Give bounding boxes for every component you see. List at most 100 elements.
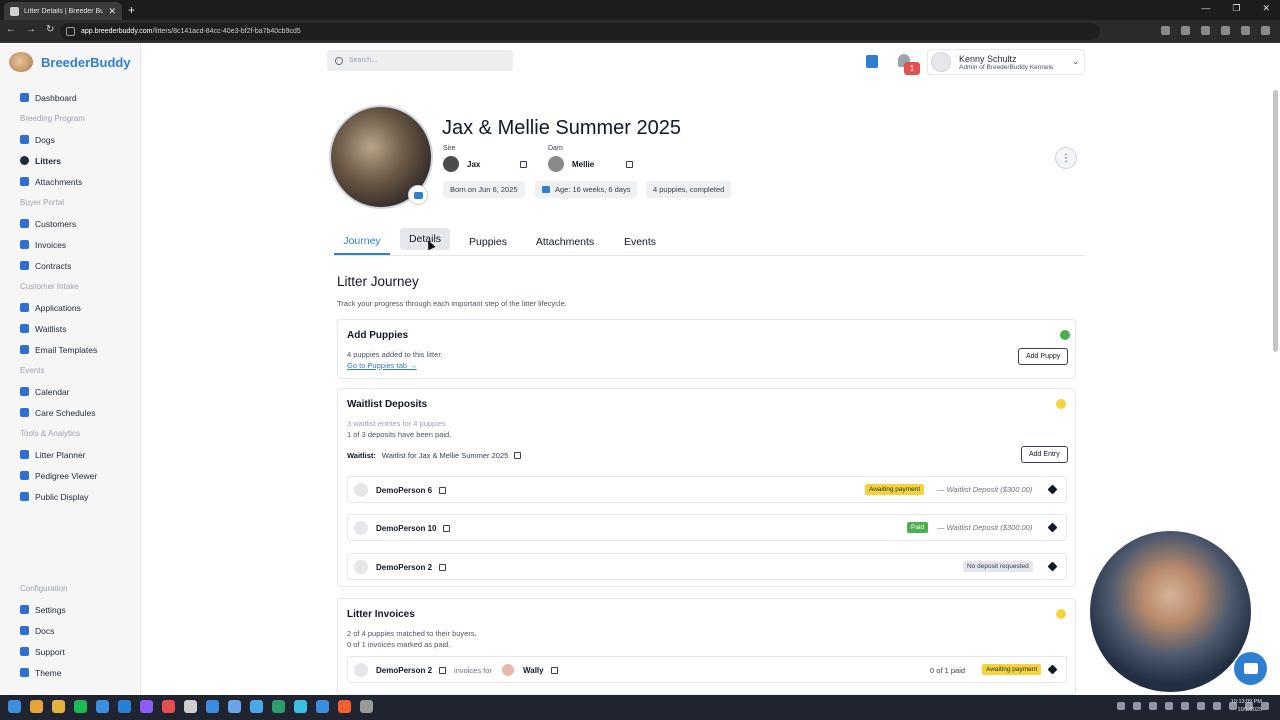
maximize-icon[interactable]: ❐ xyxy=(1232,3,1240,14)
forward-icon[interactable]: → xyxy=(26,24,36,35)
sidebar-item-theme[interactable]: Theme xyxy=(0,662,141,683)
browser-tab[interactable]: Litter Details | Breeder Buddy ✕ xyxy=(4,2,122,20)
puppy-name[interactable]: Wally xyxy=(523,666,544,675)
tray-icon[interactable] xyxy=(1165,702,1173,710)
brand[interactable]: BreederBuddy xyxy=(9,52,131,72)
external-link-icon[interactable] xyxy=(439,487,446,494)
external-link-icon[interactable] xyxy=(514,452,522,459)
extension-icon[interactable] xyxy=(1161,26,1170,35)
sidebar-item-waitlists[interactable]: Waitlists xyxy=(0,318,141,339)
vscode-icon[interactable] xyxy=(118,700,131,713)
folder-icon[interactable] xyxy=(52,700,65,713)
sidebar-item-pedigree-viewer[interactable]: Pedigree Viewer xyxy=(0,465,141,486)
extension-icon[interactable] xyxy=(1221,26,1230,35)
search-input[interactable]: Search... xyxy=(327,50,513,71)
reload-icon[interactable]: ↻ xyxy=(46,24,54,35)
spotify-icon[interactable] xyxy=(74,700,87,713)
address-bar[interactable]: app.breederbuddy.com/litters/8c141acd-84… xyxy=(60,23,1100,40)
sidebar-item-public-display[interactable]: Public Display xyxy=(0,486,141,507)
app-icon[interactable] xyxy=(272,700,285,713)
site-info-icon[interactable] xyxy=(66,27,75,36)
profile-icon[interactable] xyxy=(1261,26,1270,35)
sidebar-item-applications[interactable]: Applications xyxy=(0,297,141,318)
sidebar-item-care-schedules[interactable]: Care Schedules xyxy=(0,402,141,423)
sidebar-item-docs[interactable]: Docs xyxy=(0,620,141,641)
external-link-icon[interactable] xyxy=(439,667,446,674)
extension-icon[interactable] xyxy=(1181,26,1190,35)
pencil-icon[interactable] xyxy=(1047,664,1058,675)
chrome-icon[interactable] xyxy=(30,700,43,713)
sidebar-item-dashboard[interactable]: Dashboard xyxy=(0,87,141,108)
scrollbar-thumb[interactable] xyxy=(1273,90,1278,352)
windows-start-icon[interactable] xyxy=(8,700,21,713)
new-tab-icon[interactable]: + xyxy=(128,3,135,17)
tray-icon[interactable] xyxy=(1213,702,1221,710)
waitlist-link[interactable]: Waitlist for Jax & Mellie Summer 2025 xyxy=(382,451,508,460)
external-link-icon[interactable] xyxy=(626,161,633,168)
dam-name[interactable]: Mellie xyxy=(572,160,594,169)
sire-name[interactable]: Jax xyxy=(467,160,480,169)
app-icon[interactable] xyxy=(316,700,329,713)
app-icon[interactable] xyxy=(162,700,175,713)
tab-events[interactable]: Events xyxy=(618,228,662,255)
tray-icon[interactable] xyxy=(1181,702,1189,710)
person-name[interactable]: DemoPerson 6 xyxy=(376,486,432,495)
tray-icon[interactable] xyxy=(1117,702,1125,710)
person-name[interactable]: DemoPerson 2 xyxy=(376,666,432,675)
close-tab-icon[interactable]: ✕ xyxy=(108,6,116,17)
back-icon[interactable]: ← xyxy=(6,24,16,35)
tab-attachments[interactable]: Attachments xyxy=(530,228,600,255)
person-name[interactable]: DemoPerson 10 xyxy=(376,524,436,533)
add-entry-button[interactable]: Add Entry xyxy=(1021,446,1068,463)
tab-journey[interactable]: Journey xyxy=(334,228,390,255)
app-icon[interactable] xyxy=(294,700,307,713)
app-icon[interactable] xyxy=(250,700,263,713)
sidebar-item-invoices[interactable]: Invoices xyxy=(0,234,141,255)
person-name[interactable]: DemoPerson 2 xyxy=(376,563,432,572)
minimize-icon[interactable]: — xyxy=(1201,3,1210,14)
add-puppy-button[interactable]: Add Puppy xyxy=(1018,348,1069,365)
sidebar-item-dogs[interactable]: Dogs xyxy=(0,129,141,150)
pencil-icon[interactable] xyxy=(1047,522,1058,533)
pencil-icon[interactable] xyxy=(1047,484,1058,495)
clock[interactable]: 10:13:09 PM 10/1/2025 xyxy=(1222,698,1262,714)
app-icon[interactable] xyxy=(184,700,197,713)
sidebar-item-settings[interactable]: Settings xyxy=(0,599,141,620)
tray-icon[interactable] xyxy=(1149,702,1157,710)
person-icon xyxy=(354,663,368,677)
go-to-puppies-link[interactable]: Go to Puppies tab → xyxy=(347,361,417,370)
tray-icon[interactable] xyxy=(1133,702,1141,710)
close-window-icon[interactable]: ✕ xyxy=(1262,3,1270,14)
sidebar-item-email-templates[interactable]: Email Templates xyxy=(0,339,141,360)
sidebar-item-calendar[interactable]: Calendar xyxy=(0,381,141,402)
sidebar-item-contracts[interactable]: Contracts xyxy=(0,255,141,276)
sidebar-section-title: Buyer Portal xyxy=(20,198,65,207)
tray-icon[interactable] xyxy=(1197,702,1205,710)
change-photo-button[interactable] xyxy=(408,185,428,205)
terminal-icon[interactable] xyxy=(360,700,373,713)
sidebar-item-litters[interactable]: Litters xyxy=(0,150,141,171)
extension-icon[interactable] xyxy=(1201,26,1210,35)
app-icon[interactable] xyxy=(140,700,153,713)
tab-puppies[interactable]: Puppies xyxy=(464,228,512,255)
calendar-check-icon[interactable] xyxy=(866,55,878,68)
external-link-icon[interactable] xyxy=(551,667,558,674)
sidebar-item-support[interactable]: Support xyxy=(0,641,141,662)
user-menu[interactable]: Kenny Schultz Admin of BreederBuddy Kenn… xyxy=(927,49,1085,75)
external-link-icon[interactable] xyxy=(439,564,446,571)
app-icon[interactable] xyxy=(206,700,219,713)
pencil-icon[interactable] xyxy=(1047,561,1058,572)
external-link-icon[interactable] xyxy=(443,525,450,532)
more-options-button[interactable]: ⋮ xyxy=(1055,147,1077,169)
app-icon[interactable] xyxy=(96,700,109,713)
chat-button[interactable] xyxy=(1234,652,1267,685)
extension-icon[interactable] xyxy=(1241,26,1250,35)
app-icon[interactable] xyxy=(228,700,241,713)
tab-details[interactable]: Details xyxy=(400,228,450,250)
app-icon[interactable] xyxy=(338,700,351,713)
sidebar-item-litter-planner[interactable]: Litter Planner xyxy=(0,444,141,465)
external-link-icon[interactable] xyxy=(520,161,527,168)
sidebar-item-customers[interactable]: Customers xyxy=(0,213,141,234)
tray-icon[interactable] xyxy=(1261,702,1269,710)
sidebar-item-attachments[interactable]: Attachments xyxy=(0,171,141,192)
